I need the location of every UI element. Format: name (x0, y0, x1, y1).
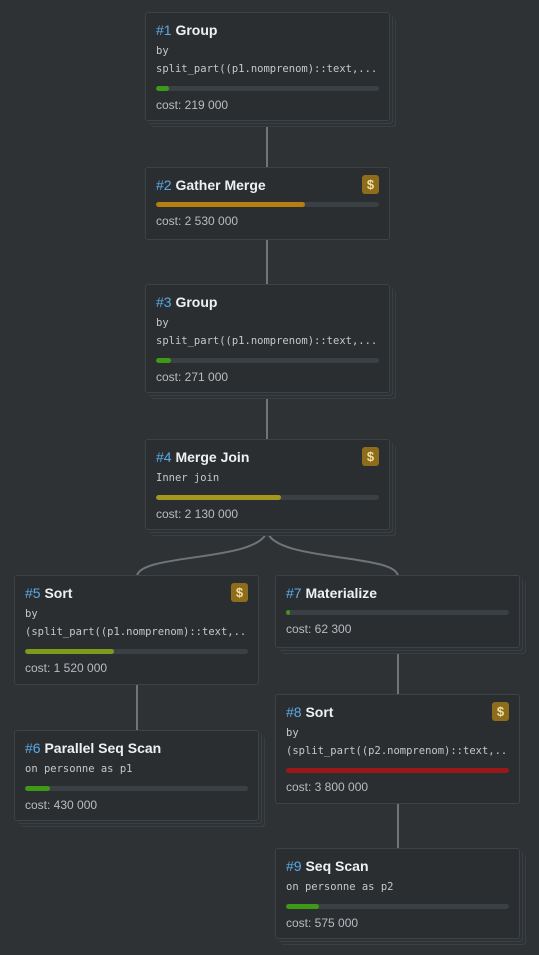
node-cost: cost: 219 000 (156, 98, 229, 112)
cost-bar (25, 649, 248, 654)
cost-badge-icon[interactable]: $ (231, 583, 248, 602)
node-name: Group (175, 22, 218, 38)
node-title: #7 Materialize (286, 584, 509, 602)
cost-bar (156, 495, 379, 500)
plan-node-5[interactable]: #5 Sort $ by(split_part((p1.nomprenom)::… (14, 575, 259, 685)
plan-node-9[interactable]: #9 Seq Scan on personne as p2 cost: 575 … (275, 848, 520, 939)
link-4-7 (266, 530, 399, 577)
cost-bar-fill (286, 904, 319, 909)
node-cost: cost: 575 000 (286, 916, 359, 930)
node-id: #1 (156, 22, 172, 38)
cost-bar (286, 610, 509, 615)
plan-node-6[interactable]: #6 Parallel Seq Scan on personne as p1 c… (14, 730, 259, 821)
plan-node-8[interactable]: #8 Sort $ by(split_part((p2.nomprenom)::… (275, 694, 520, 804)
node-id: #8 (286, 704, 302, 720)
node-name: Parallel Seq Scan (44, 740, 162, 756)
node-id: #5 (25, 585, 41, 601)
cost-bar (286, 904, 509, 909)
cost-bar (156, 202, 379, 207)
cost-bar (286, 768, 509, 773)
node-detail-line-1: by (156, 45, 169, 57)
node-detail-line-2: split_part((p1.nomprenom)::text,... (156, 335, 378, 347)
cost-bar-fill (286, 610, 290, 615)
node-cost: cost: 3 800 000 (286, 780, 369, 794)
node-id: #6 (25, 740, 41, 756)
cost-bar (156, 358, 379, 363)
node-title: #8 Sort (286, 703, 509, 721)
node-id: #7 (286, 585, 302, 601)
cost-bar-fill (156, 358, 171, 363)
plan-node-1[interactable]: #1 Group bysplit_part((p1.nomprenom)::te… (145, 12, 390, 121)
node-detail-line-1: by (25, 608, 38, 620)
cost-bar-fill (156, 86, 169, 91)
plan-node-4[interactable]: #4 Merge Join $ Inner join cost: 2 130 0… (145, 439, 390, 530)
node-detail-line-2: (split_part((p2.nomprenom)::text,... (286, 745, 509, 757)
plan-node-7[interactable]: #7 Materialize cost: 62 300 (275, 575, 520, 648)
cost-bar (156, 86, 379, 91)
node-name: Group (175, 294, 218, 310)
node-cost: cost: 2 530 000 (156, 214, 239, 228)
node-detail: bysplit_part((p1.nomprenom)::text,... (156, 314, 379, 350)
node-title: #5 Sort (25, 584, 248, 602)
cost-bar-fill (25, 649, 115, 654)
node-title: #2 Gather Merge (156, 176, 379, 194)
node-name: Sort (44, 585, 73, 601)
cost-badge-icon[interactable]: $ (362, 447, 379, 466)
node-id: #9 (286, 858, 302, 874)
node-detail-line-1: by (286, 727, 299, 739)
link-4-5 (136, 530, 268, 577)
cost-bar-fill (156, 202, 306, 207)
node-detail: on personne as p1 (25, 763, 133, 775)
node-cost: cost: 271 000 (156, 370, 229, 384)
node-name: Materialize (305, 585, 378, 601)
cost-badge-icon[interactable]: $ (362, 175, 379, 194)
node-detail-line-2: split_part((p1.nomprenom)::text,... (156, 63, 378, 75)
cost-bar-fill (25, 786, 51, 791)
node-name: Seq Scan (305, 858, 369, 874)
node-title: #1 Group (156, 21, 379, 39)
node-detail: Inner join (156, 472, 220, 484)
node-name: Merge Join (175, 449, 250, 465)
node-cost: cost: 430 000 (25, 798, 98, 812)
node-detail: on personne as p2 (286, 881, 394, 893)
node-cost: cost: 1 520 000 (25, 661, 108, 675)
node-id: #4 (156, 449, 172, 465)
node-detail-line-2: (split_part((p1.nomprenom)::text,... (25, 626, 248, 638)
node-name: Gather Merge (175, 177, 266, 193)
node-detail: bysplit_part((p1.nomprenom)::text,... (156, 42, 379, 78)
node-title: #4 Merge Join (156, 448, 379, 466)
node-detail: by(split_part((p1.nomprenom)::text,... (25, 605, 248, 641)
cost-bar-fill (286, 768, 509, 773)
cost-bar-fill (156, 495, 281, 500)
node-detail-line-1: by (156, 317, 169, 329)
node-cost: cost: 2 130 000 (156, 507, 239, 521)
node-title: #9 Seq Scan (286, 857, 509, 875)
cost-bar (25, 786, 248, 791)
node-id: #3 (156, 294, 172, 310)
node-title: #6 Parallel Seq Scan (25, 739, 248, 757)
node-name: Sort (305, 704, 334, 720)
plan-node-3[interactable]: #3 Group bysplit_part((p1.nomprenom)::te… (145, 284, 390, 393)
node-id: #2 (156, 177, 172, 193)
node-cost: cost: 62 300 (286, 622, 352, 636)
plan-node-2[interactable]: #2 Gather Merge $ cost: 2 530 000 (145, 167, 390, 240)
cost-badge-icon[interactable]: $ (492, 702, 509, 721)
node-title: #3 Group (156, 293, 379, 311)
node-detail: by(split_part((p2.nomprenom)::text,... (286, 724, 509, 760)
